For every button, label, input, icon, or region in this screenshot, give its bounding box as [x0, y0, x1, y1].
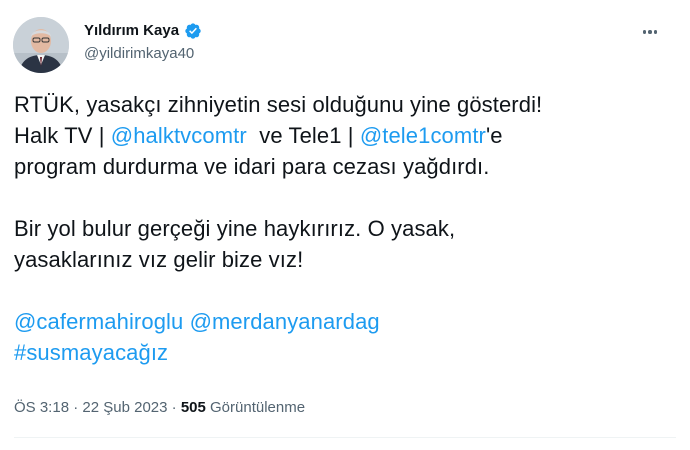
- tweet-card: Yıldırım Kaya @yildirimkaya40 RTÜK, yasa…: [0, 0, 690, 450]
- tweet-line-3: program durdurma ve idari para cezası ya…: [14, 154, 490, 179]
- divider: [14, 437, 676, 438]
- tweet-text-segment: 'e: [485, 123, 503, 148]
- display-name-row: Yıldırım Kaya: [84, 21, 202, 41]
- tweet-text: RTÜK, yasakçı zihniyetin sesi olduğunu y…: [14, 89, 678, 368]
- more-options-icon[interactable]: [640, 22, 660, 42]
- tweet-meta: ÖS 3:18 · 22 Şub 2023 · 505 Görüntülenme: [14, 398, 305, 418]
- tweet-line-4: Bir yol bulur gerçeği yine haykırırız. O…: [14, 216, 456, 241]
- tweet-line-mentions: @cafermahiroglu @merdanyanardag: [14, 306, 678, 337]
- views-label: Görüntülenme: [205, 399, 306, 416]
- display-name[interactable]: Yıldırım Kaya: [84, 21, 179, 41]
- views-count: 505: [180, 399, 206, 416]
- tweet-line-5: yasaklarınız vız gelir bize vız!: [14, 247, 304, 272]
- mention-link-halktvcomtr[interactable]: @halktvcomtr: [111, 123, 247, 148]
- user-handle[interactable]: @yildirimkaya40: [84, 44, 194, 64]
- tweet-date[interactable]: 22 Şub 2023: [82, 399, 167, 416]
- tweet-line-2: Halk TV | @halktvcomtr ve Tele1 | @tele1…: [14, 120, 678, 151]
- mention-link-tele1comtr[interactable]: @tele1comtr: [360, 123, 486, 148]
- tweet-text-segment: ve Tele1 |: [246, 123, 360, 148]
- tweet-line-1: RTÜK, yasakçı zihniyetin sesi olduğunu y…: [14, 92, 543, 117]
- avatar[interactable]: [13, 17, 69, 73]
- meta-separator: ·: [69, 399, 83, 416]
- tweet-line-hashtag: #susmayacağız: [14, 337, 678, 368]
- mention-link-cafermahiroglu[interactable]: @cafermahiroglu: [14, 309, 183, 334]
- meta-separator: ·: [167, 399, 181, 416]
- verified-badge-icon: [184, 22, 202, 40]
- tweet-text-segment: Halk TV |: [14, 123, 111, 148]
- mention-link-merdanyanardag[interactable]: @merdanyanardag: [190, 309, 380, 334]
- tweet-time[interactable]: ÖS 3:18: [14, 399, 69, 416]
- hashtag-link-susmayacagiz[interactable]: #susmayacağız: [14, 340, 168, 365]
- avatar-photo: [13, 17, 69, 73]
